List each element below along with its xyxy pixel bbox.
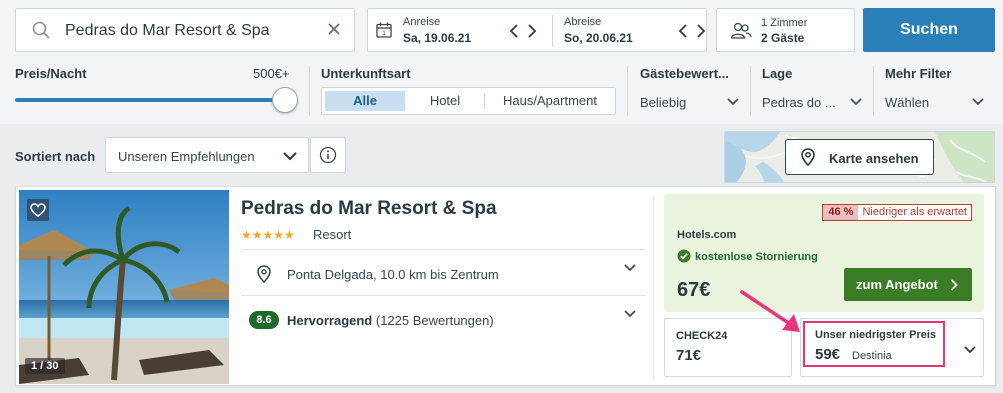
guests-icon (730, 22, 752, 39)
hotel-location: Ponta Delgada, 10.0 km bis Zentrum (287, 267, 499, 282)
sort-value: Unseren Empfehlungen (118, 149, 255, 164)
checkin-date[interactable]: 1 Anreise Sa, 19.06.21 (368, 9, 537, 51)
lowest-price-label: Unser niedrigster Preis (815, 329, 937, 341)
free-cancellation: kostenlose Stornierung (695, 251, 818, 263)
property-type-hotel[interactable]: Hotel (406, 88, 484, 114)
price-slider-handle[interactable] (272, 87, 298, 113)
row-divider (241, 249, 646, 250)
hotel-result-card[interactable]: 1 / 30 Pedras do Mar Resort & Spa ★★★★★ … (15, 186, 996, 386)
chevron-right-icon[interactable] (527, 24, 537, 38)
price-filter-value: 500€+ (253, 66, 290, 81)
sort-dropdown[interactable]: Unseren Empfehlungen (105, 137, 309, 173)
lowest-price-provider: Destinia (852, 350, 892, 362)
card-divider (653, 195, 654, 379)
deal-badge: 46 % Niedriger als erwartet (822, 204, 972, 221)
chevron-down-icon[interactable] (964, 346, 976, 354)
calendar-icon: 1 (376, 22, 392, 38)
best-offer-panel[interactable]: 46 % Niedriger als erwartet Hotels.com ko… (664, 194, 984, 312)
guests-selector[interactable]: 1 Zimmer 2 Gäste (716, 8, 855, 52)
checkout-date[interactable]: Abreise So, 20.06.21 (553, 9, 721, 51)
chevron-down-icon (283, 152, 297, 161)
property-type-apartment[interactable]: Haus/Apartment (485, 88, 615, 114)
chevron-right-icon (950, 279, 958, 291)
hotel-photo[interactable]: 1 / 30 (19, 190, 229, 384)
chevron-down-icon[interactable] (727, 98, 739, 106)
favorite-button[interactable] (27, 199, 49, 221)
property-type-label: Unterkunftsart (321, 66, 411, 81)
guests-value: 2 Gäste (761, 31, 805, 45)
alt-offer-price: 71€ (676, 347, 702, 364)
best-offer-provider: Hotels.com (677, 229, 737, 241)
best-offer-price: 67€ (677, 279, 711, 301)
heart-icon (30, 203, 46, 217)
map-pin-icon (801, 148, 815, 166)
location-pin-icon (257, 265, 271, 283)
chevron-left-icon[interactable] (678, 24, 688, 38)
more-filters-value[interactable]: Wählen (885, 95, 929, 110)
location-filter-value[interactable]: Pedras do ... (762, 95, 836, 110)
search-header: Pedras do Mar Resort & Spa 1 Anreise Sa,… (0, 0, 1003, 124)
chevron-down-icon[interactable] (850, 98, 862, 106)
location-filter-label: Lage (762, 66, 793, 81)
search-icon (32, 21, 50, 39)
guest-rating-label: Gästebewert... (640, 66, 729, 81)
view-map-button[interactable]: Karte ansehen (785, 139, 934, 175)
view-map-label: Karte ansehen (829, 151, 919, 166)
chevron-left-icon[interactable] (509, 24, 519, 38)
rating-word: Hervorragend (287, 313, 373, 328)
filter-divider (627, 66, 628, 116)
chevron-down-icon[interactable] (624, 310, 636, 318)
property-type-selector[interactable]: Alle Hotel Haus/Apartment (321, 87, 616, 115)
price-filter-label: Preis/Nacht (15, 66, 87, 81)
photo-counter: 1 / 30 (25, 358, 65, 374)
hotel-photo-image (19, 190, 229, 384)
price-slider-track[interactable] (15, 98, 287, 102)
check-circle-icon (677, 249, 691, 263)
hotel-type: Resort (313, 227, 352, 242)
chevron-down-icon[interactable] (624, 264, 636, 272)
star-rating: ★★★★★ (241, 228, 295, 242)
lowest-price-value: 59€ (815, 346, 841, 363)
checkout-label: Abreise (564, 16, 602, 28)
chevron-down-icon[interactable] (972, 98, 984, 106)
rooms-value: 1 Zimmer (761, 17, 808, 29)
search-button[interactable]: Suchen (863, 8, 995, 52)
view-deal-label: zum Angebot (856, 277, 938, 292)
rating-summary: Hervorragend (1225 Bewertungen) (287, 313, 494, 328)
row-divider (241, 295, 646, 296)
destination-input-value[interactable]: Pedras do Mar Resort & Spa (65, 22, 270, 40)
hotel-name[interactable]: Pedras do Mar Resort & Spa (241, 198, 497, 220)
annotation-arrow-icon (740, 290, 800, 332)
rating-count: (1225 Bewertungen) (375, 313, 494, 328)
checkin-value: Sa, 19.06.21 (403, 31, 472, 45)
sort-info-button[interactable] (310, 137, 346, 173)
checkin-label: Anreise (403, 16, 441, 28)
chevron-right-icon[interactable] (696, 24, 706, 38)
guest-rating-value[interactable]: Beliebig (640, 95, 686, 110)
deal-percent: 46 % (823, 205, 859, 220)
filter-divider (873, 66, 874, 116)
alt-offer-provider: CHECK24 (676, 330, 728, 342)
date-picker[interactable]: 1 Anreise Sa, 19.06.21 Abreise So, 20.06… (367, 8, 707, 52)
checkout-value: So, 20.06.21 (564, 31, 633, 45)
view-deal-button[interactable]: zum Angebot (844, 268, 972, 301)
destination-search-field[interactable]: Pedras do Mar Resort & Spa (15, 8, 355, 52)
svg-text:1: 1 (382, 31, 386, 37)
filter-divider (309, 66, 310, 116)
rating-score-badge: 8.6 (249, 311, 279, 329)
info-icon (319, 146, 337, 164)
filter-divider (750, 66, 751, 116)
more-filters-label: Mehr Filter (885, 66, 952, 81)
property-type-all[interactable]: Alle (325, 91, 405, 111)
clear-icon[interactable] (326, 21, 342, 37)
sort-label: Sortiert nach (15, 149, 96, 164)
lowest-price-highlight: Unser niedrigster Preis 59€ Destinia (803, 321, 945, 367)
deal-message: Niedriger als erwartet (862, 206, 967, 218)
